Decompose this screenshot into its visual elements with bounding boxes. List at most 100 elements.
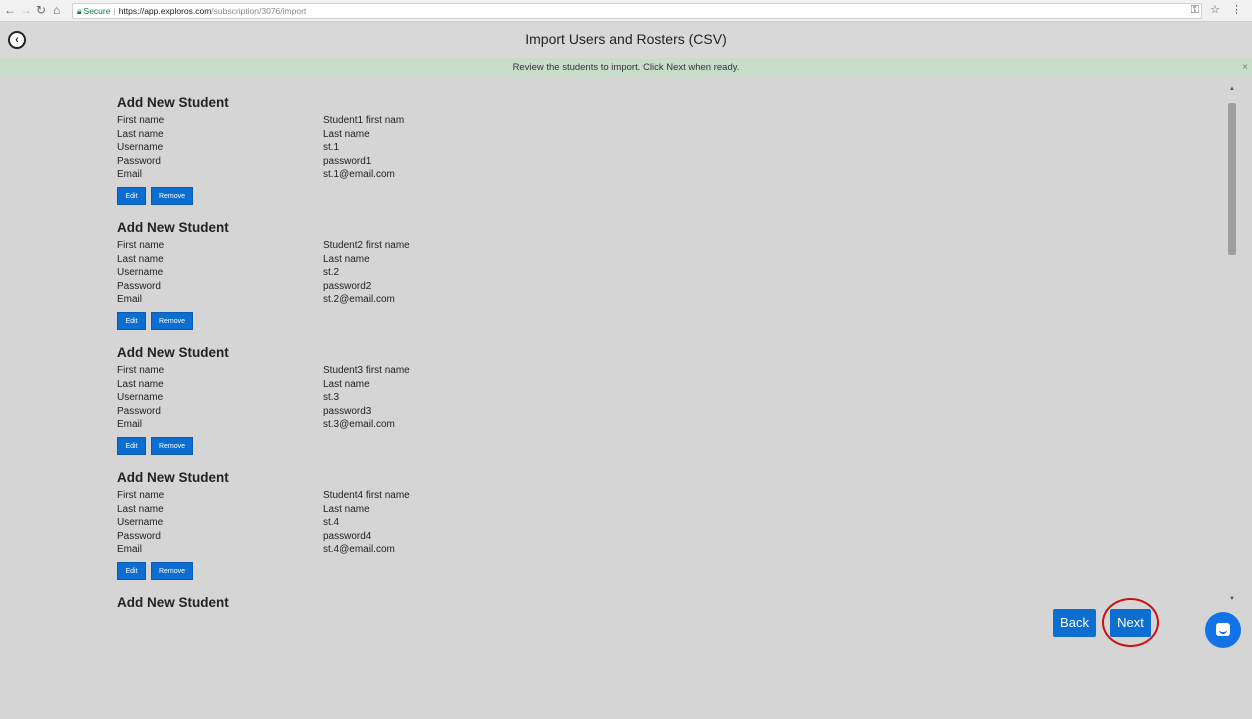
field-value: st.3 [323,392,340,403]
browser-menu-icons[interactable]: ⚿ ☆ ⋮ [1191,3,1246,17]
remove-button[interactable]: Remove [151,561,193,580]
url-host: https://app.exploros.com [118,6,212,16]
field-label: Username [117,267,164,278]
field-row-password: Password password3 [117,405,1117,419]
lock-icon: 🔒︎ [77,6,82,16]
student-card: Add New Student First name Student1 first … [117,94,1117,219]
field-row-email: Email st.1@email.com [117,168,1117,182]
browser-reload-icon[interactable]: ↻ [36,3,46,17]
field-value: Last name [323,253,370,265]
student-card: Add New Student First name Student2 first … [117,219,1117,344]
field-value: Last name [323,128,370,140]
field-label: Email [117,169,143,180]
field-row-email: Email st.3@email.com [117,418,1117,432]
field-label: Last name [117,378,164,390]
field-label: Password [117,280,161,292]
scrollbar-thumb[interactable] [1228,103,1236,255]
field-label: Last name [117,128,164,140]
field-row-last-name: Last name Last name [117,128,1117,142]
field-value: Last name [323,503,370,515]
field-value: st.1@email.com [323,169,395,180]
secure-label: Secure [83,6,111,16]
browser-toolbar: ← → ↻ ⌂ 🔒︎ Secure | https://app.exploros.co… [0,0,1252,22]
student-card: Add New Student First name Student3 first … [117,344,1117,469]
field-row-username: Username st.4 [117,516,1117,530]
field-value: st.2 [323,267,340,278]
student-section-title: Add New Student [117,470,229,485]
field-label: First name [117,240,165,251]
field-value: Student2 first name [323,240,410,251]
close-icon[interactable]: × [1242,58,1248,78]
field-label: First name [117,365,165,376]
field-label: Username [117,392,164,403]
field-row-password: Password password2 [117,280,1117,294]
address-bar[interactable]: 🔒︎ Secure | https://app.exploros.com/subscr… [72,3,1202,19]
back-button[interactable]: Back [1053,609,1096,637]
next-button[interactable]: Next [1110,609,1151,637]
app-header: ‹ Import Users and Rosters (CSV) [0,22,1252,58]
field-label: Email [117,419,143,430]
scroll-down-icon[interactable]: ▼ [1229,596,1235,602]
field-label: Last name [117,503,164,515]
url-path: /subscription/3076/import [211,6,307,16]
chat-launcher-icon[interactable] [1205,612,1241,648]
field-label: Username [117,142,164,153]
field-value: st.4@email.com [323,544,395,555]
field-row-email: Email st.2@email.com [117,293,1117,307]
field-value: password3 [323,405,372,417]
page-title: Import Users and Rosters (CSV) [525,31,727,47]
field-value: st.3@email.com [323,419,395,430]
browser-back-icon[interactable]: ← [4,3,16,17]
info-banner: Review the students to import. Click Nex… [0,58,1252,78]
field-label: Email [117,294,143,305]
edit-button[interactable]: Edit [117,186,146,205]
field-label: Password [117,405,161,417]
student-section-title: Add New Student [117,220,229,235]
field-label: Password [117,155,161,167]
student-list: Add New Student First name Student1 first … [117,94,1117,719]
scroll-up-icon[interactable]: ▲ [1229,86,1235,92]
field-value: st.1 [323,142,340,153]
field-row-last-name: Last name Last name [117,503,1117,517]
field-label: Password [117,530,161,542]
field-row-first-name: First name Student2 first name [117,239,1117,253]
field-row-username: Username st.3 [117,391,1117,405]
remove-button[interactable]: Remove [151,186,193,205]
edit-button[interactable]: Edit [117,436,146,455]
field-row-last-name: Last name Last name [117,378,1117,392]
student-section-title: Add New Student [117,95,229,110]
student-section-title: Add New Student [117,345,229,360]
field-value: Student4 first name [323,490,410,501]
field-label: Username [117,517,164,528]
student-card: Add New Student First name Student4 first … [117,469,1117,594]
field-value: Student3 first name [323,365,410,376]
field-row-password: Password password4 [117,530,1117,544]
field-label: Last name [117,253,164,265]
edit-button[interactable]: Edit [117,311,146,330]
field-value: password2 [323,280,372,292]
field-row-password: Password password1 [117,155,1117,169]
student-section-title: Add New Student [117,595,229,610]
banner-message: Review the students to import. Click Nex… [512,62,740,73]
field-row-first-name: First name Student3 first name [117,364,1117,378]
remove-button[interactable]: Remove [151,436,193,455]
field-value: st.4 [323,517,340,528]
field-label: First name [117,490,165,501]
field-label: Email [117,544,143,555]
scrollbar[interactable]: ▲ ▼ [1226,86,1238,602]
browser-forward-icon[interactable]: → [20,3,32,17]
field-label: First name [117,115,165,126]
field-value: st.2@email.com [323,294,395,305]
field-value: password4 [323,530,372,542]
field-value: Last name [323,378,370,390]
field-row-first-name: First name Student1 first nam [117,114,1117,128]
field-row-username: Username st.1 [117,141,1117,155]
field-row-last-name: Last name Last name [117,253,1117,267]
edit-button[interactable]: Edit [117,561,146,580]
field-row-first-name: First name Student4 first name [117,489,1117,503]
browser-home-icon[interactable]: ⌂ [53,3,60,17]
student-card-partial: Add New Student [117,594,1117,719]
remove-button[interactable]: Remove [151,311,193,330]
field-value: password1 [323,155,372,167]
field-value: Student1 first nam [323,115,405,126]
